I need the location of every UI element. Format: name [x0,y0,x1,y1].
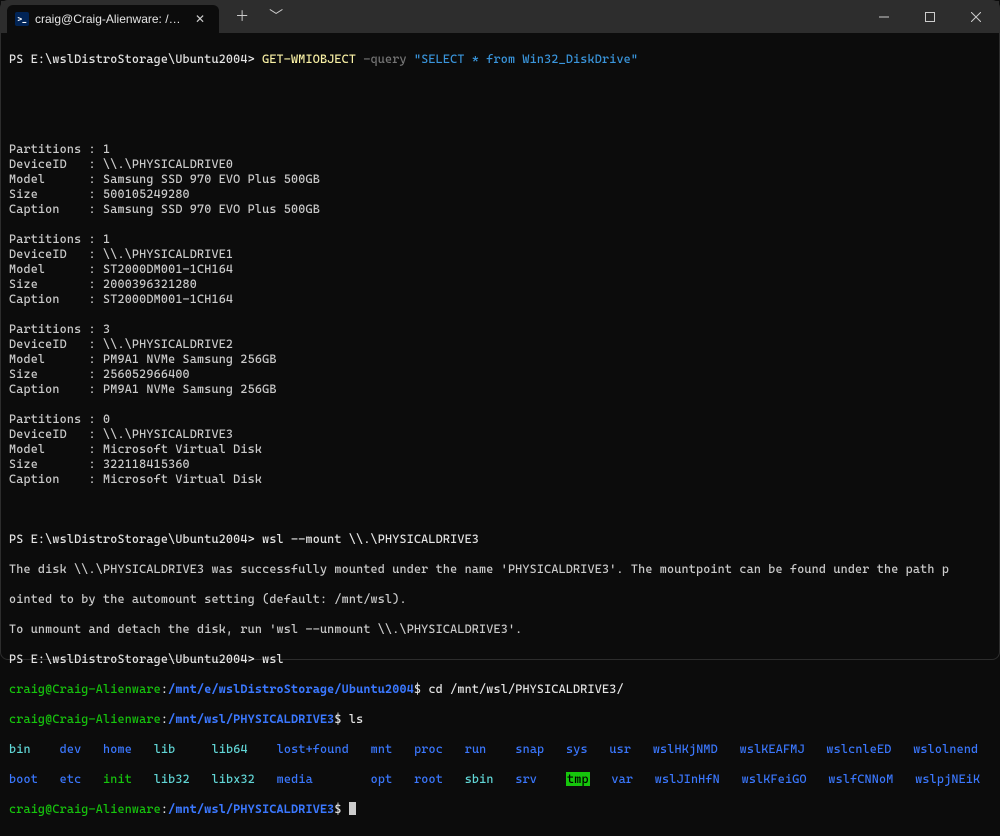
ls-entry: run [465,742,487,756]
ls-entry: lib32 [154,772,190,786]
ls-entry: boot [9,772,38,786]
ls-entry: etc [60,772,82,786]
ls-entry: lost+found [277,742,349,756]
ls-entry: var [611,772,633,786]
ls-entry: sys [566,742,588,756]
powershell-icon: >_ [15,12,29,26]
wmi-row: Size : 256052966400 [9,367,991,382]
ls-entry: wslolnend [913,742,978,756]
wmi-row: Size : 500105249280 [9,187,991,202]
wmi-row: Caption : Microsoft Virtual Disk [9,472,991,487]
mount-message: ointed to by the automount setting (defa… [9,592,991,607]
ls-entry: bin [9,742,31,756]
ls-output-row: bin dev home lib lib64 lost+found mnt pr… [9,742,991,757]
ls-entry: mnt [371,742,393,756]
ls-entry: wslpjNEiK [915,772,980,786]
ls-entry: opt [371,772,393,786]
ls-entry: wslcnleED [826,742,891,756]
wmi-row: Partitions : 1 [9,142,991,157]
ls-entry: home [103,742,132,756]
wmi-row: Model : Microsoft Virtual Disk [9,442,991,457]
tab-strip: >_ craig@Craig-Alienware: /mnt/v ✕ ＋ ﹀ [1,1,293,33]
wmi-row: DeviceID : \\.\PHYSICALDRIVE2 [9,337,991,352]
wmi-output: Partitions : 1DeviceID : \\.\PHYSICALDRI… [9,142,991,487]
new-tab-button[interactable]: ＋ [225,4,259,31]
tab-title: craig@Craig-Alienware: /mnt/v [35,12,185,27]
wsl-prompt-2: craig@Craig-Alienware:/mnt/wsl/PHYSICALD… [9,712,991,727]
close-tab-icon[interactable]: ✕ [191,10,209,29]
cmd-line-1: PS E:\wslDistroStorage\Ubuntu2004> GET-W… [9,52,991,67]
window-controls [861,1,999,33]
wmi-row: Model : Samsung SSD 970 EVO Plus 500GB [9,172,991,187]
wmi-row: Caption : ST2000DM001-1CH164 [9,292,991,307]
ls-entry: lib64 [212,742,248,756]
ls-entry: tmp [566,772,590,786]
wmi-row: Model : PM9A1 NVMe Samsung 256GB [9,352,991,367]
titlebar: >_ craig@Craig-Alienware: /mnt/v ✕ ＋ ﹀ [1,1,999,33]
mount-message: To unmount and detach the disk, run 'wsl… [9,622,991,637]
ls-entry: srv [515,772,537,786]
ls-entry: lib [154,742,176,756]
ls-entry: init [103,772,132,786]
ls-entry: root [414,772,443,786]
ls-entry: media [277,772,313,786]
ls-entry: sbin [465,772,494,786]
close-window-button[interactable] [953,1,999,33]
cursor [349,802,356,815]
ls-entry: usr [609,742,631,756]
tab-dropdown-icon[interactable]: ﹀ [259,4,293,31]
wsl-prompt-3: craig@Craig-Alienware:/mnt/wsl/PHYSICALD… [9,802,991,817]
ls-entry: proc [414,742,443,756]
cmd-line-2: PS E:\wslDistroStorage\Ubuntu2004> wsl -… [9,532,991,547]
mount-message: The disk \\.\PHYSICALDRIVE3 was successf… [9,562,991,577]
wmi-row: Partitions : 0 [9,412,991,427]
wmi-row: Caption : PM9A1 NVMe Samsung 256GB [9,382,991,397]
wmi-row: DeviceID : \\.\PHYSICALDRIVE1 [9,247,991,262]
tab-active[interactable]: >_ craig@Craig-Alienware: /mnt/v ✕ [7,5,219,33]
wmi-row: Partitions : 3 [9,322,991,337]
wmi-row: Model : ST2000DM001-1CH164 [9,262,991,277]
wmi-row: Size : 2000396321280 [9,277,991,292]
wmi-row: DeviceID : \\.\PHYSICALDRIVE0 [9,157,991,172]
ls-entry: dev [60,742,82,756]
wmi-row: Partitions : 1 [9,232,991,247]
ls-entry: wslHKjNMD [653,742,718,756]
ls-entry: wslfCNNoM [828,772,893,786]
ls-entry: wslJInHfN [655,772,720,786]
minimize-button[interactable] [861,1,907,33]
ls-entry: libx32 [212,772,255,786]
wsl-prompt-1: craig@Craig-Alienware:/mnt/e/wslDistroSt… [9,682,991,697]
wmi-row: DeviceID : \\.\PHYSICALDRIVE3 [9,427,991,442]
wmi-row: Caption : Samsung SSD 970 EVO Plus 500GB [9,202,991,217]
maximize-button[interactable] [907,1,953,33]
ls-output-row: boot etc init lib32 libx32 media opt roo… [9,772,991,787]
ls-entry: snap [515,742,544,756]
ls-entry: wslKEAFMJ [740,742,805,756]
wmi-row: Size : 322118415360 [9,457,991,472]
terminal-body[interactable]: PS E:\wslDistroStorage\Ubuntu2004> GET-W… [1,33,999,836]
ls-entry: wslKFeiGO [742,772,807,786]
